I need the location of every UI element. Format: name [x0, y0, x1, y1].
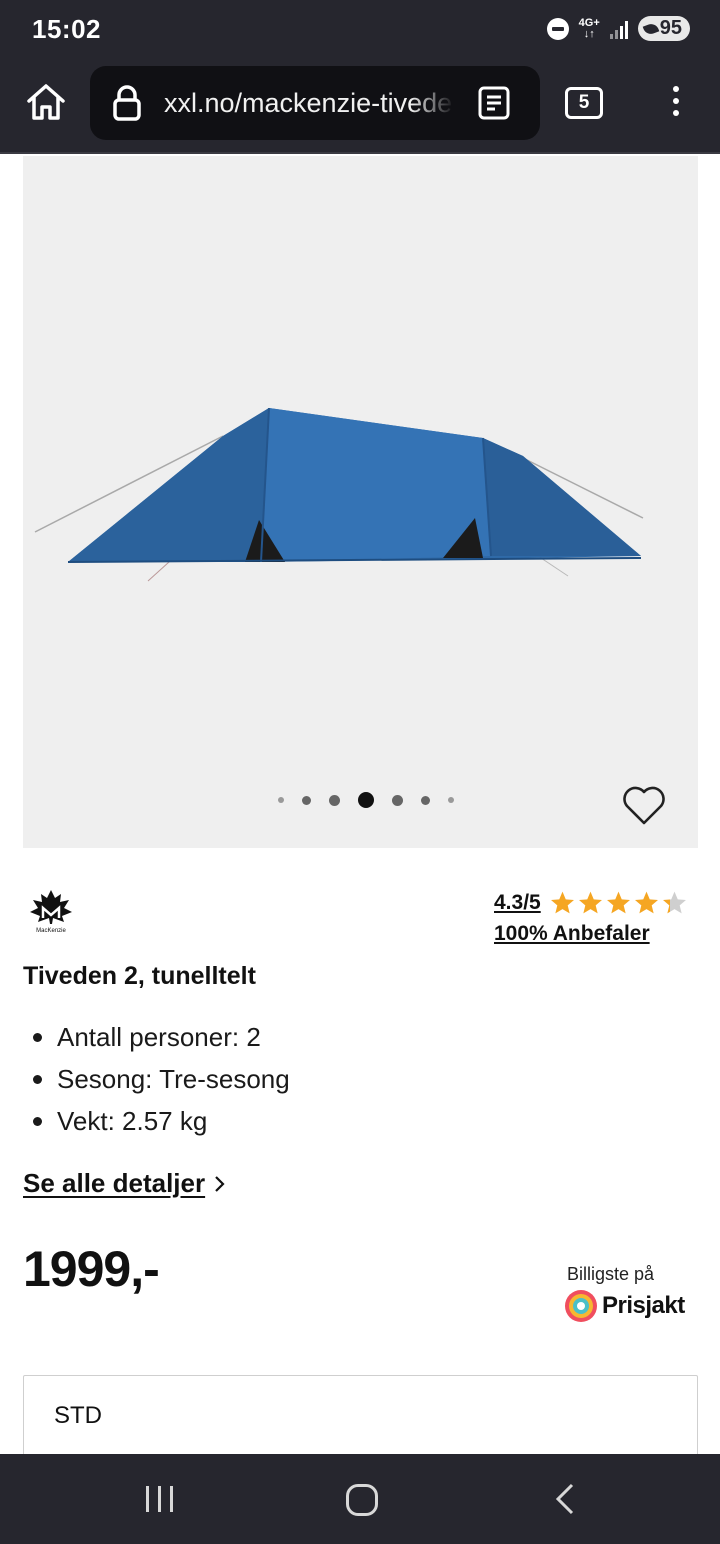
star-icon — [606, 891, 630, 914]
tent-image — [34, 407, 644, 582]
brand-name: MacKenzie — [36, 928, 66, 934]
status-bar: 15:02 4G+ ↓↑ 95 — [0, 0, 720, 60]
rating-score[interactable]: 4.3/5 — [494, 891, 541, 915]
url-text[interactable]: xxl.no/mackenzie-tiveden — [164, 88, 454, 119]
carousel-dot[interactable] — [302, 795, 311, 805]
prisjakt-badge[interactable]: Billigste på Prisjakt — [564, 1264, 685, 1323]
browser-toolbar: xxl.no/mackenzie-tiveden 5 — [0, 60, 720, 154]
star-icon — [578, 891, 602, 914]
network-type: 4G+ ↓↑ — [578, 16, 600, 40]
recommend-link[interactable]: 100% Anbefaler — [494, 922, 650, 946]
product-image-gallery[interactable] — [23, 156, 698, 848]
chevron-right-icon — [215, 1175, 225, 1192]
prisjakt-logo-icon — [565, 1290, 597, 1322]
carousel-dot[interactable] — [421, 795, 430, 805]
rating[interactable]: 4.3/5 — [494, 890, 688, 916]
star-rating — [549, 890, 688, 916]
dnd-icon — [546, 17, 569, 40]
details-link-label[interactable]: Se alle detaljer — [23, 1168, 205, 1199]
signal-icon — [609, 19, 628, 39]
carousel-dot-active[interactable] — [358, 792, 374, 808]
heart-icon[interactable] — [621, 784, 667, 826]
home-button-icon[interactable] — [346, 1484, 378, 1516]
prisjakt-label: Billigste på — [567, 1264, 655, 1284]
back-icon[interactable] — [552, 1482, 578, 1516]
tabs-icon[interactable]: 5 — [565, 87, 603, 119]
recent-apps-icon[interactable] — [146, 1486, 173, 1512]
system-nav-bar — [0, 1454, 720, 1544]
carousel-dot[interactable] — [278, 797, 284, 803]
reader-mode-icon[interactable] — [478, 86, 510, 120]
brand-logo: MacKenzie — [30, 890, 72, 934]
carousel-dot[interactable] — [392, 794, 403, 806]
price: 1999,- — [23, 1241, 160, 1297]
status-time: 15:02 — [32, 14, 101, 44]
carousel-dot[interactable] — [329, 794, 340, 806]
star-icon — [550, 891, 574, 914]
see-all-details-link[interactable]: Se alle detaljer — [23, 1168, 227, 1199]
carousel-dots[interactable] — [269, 792, 463, 808]
spec-item: Sesong: Tre-sesong — [23, 1058, 290, 1100]
menu-icon[interactable] — [666, 86, 686, 122]
star-icon — [634, 891, 658, 914]
lock-icon — [113, 85, 141, 121]
home-icon[interactable] — [24, 80, 68, 124]
variant-label[interactable]: STD — [54, 1402, 102, 1430]
battery-saver-icon — [642, 21, 660, 36]
status-icons: 4G+ ↓↑ 95 — [546, 16, 690, 41]
address-bar[interactable]: xxl.no/mackenzie-tiveden — [90, 66, 540, 140]
carousel-dot[interactable] — [448, 797, 454, 803]
battery-indicator: 95 — [637, 16, 690, 41]
prisjakt-name: Prisjakt — [602, 1292, 685, 1319]
battery-level: 95 — [659, 17, 682, 39]
star-icon — [662, 891, 686, 914]
product-title: Tiveden 2, tunelltelt — [23, 962, 256, 990]
spec-item: Antall personer: 2 — [23, 1016, 290, 1058]
spec-list: Antall personer: 2 Sesong: Tre-sesong Ve… — [23, 1016, 290, 1142]
spec-item: Vekt: 2.57 kg — [23, 1100, 290, 1142]
